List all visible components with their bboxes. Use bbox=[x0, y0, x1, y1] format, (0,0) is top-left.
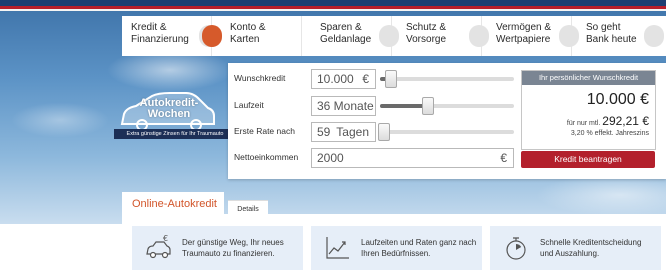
summary-amount: 10.000 € bbox=[586, 91, 649, 108]
wunschkredit-value: 10.000 bbox=[317, 72, 354, 86]
feature-card: € Der günstige Weg, Ihr neues Traumauto … bbox=[132, 226, 303, 270]
nettoeinkommen-label: Nettoeinkommen bbox=[234, 152, 299, 162]
nav-item-label: Schutz & bbox=[406, 22, 447, 33]
feature-text-line1: Schnelle Kreditentscheidung bbox=[540, 238, 642, 247]
erste-rate-input[interactable]: 59 Tagen bbox=[311, 122, 376, 142]
slider-handle[interactable] bbox=[422, 97, 435, 115]
nettoeinkommen-unit: € bbox=[500, 151, 507, 165]
laufzeit-slider[interactable] bbox=[380, 97, 514, 115]
nav-item-label: Vorsorge bbox=[406, 34, 447, 45]
feature-text-line2: Ihren Bedürfnissen. bbox=[361, 249, 431, 258]
nav-item-konto[interactable]: Konto & Karten bbox=[202, 16, 302, 56]
logo-title-line2: Wochen bbox=[147, 108, 191, 120]
erste-rate-value: 59 bbox=[317, 125, 331, 139]
wunschkredit-label: Wunschkredit bbox=[234, 73, 286, 83]
feature-card: Schnelle Kreditentscheidung und Auszahlu… bbox=[490, 226, 661, 270]
product-tabs: Online-Autokredit Details bbox=[122, 192, 666, 218]
nav-item-label: So geht bbox=[586, 22, 621, 33]
feature-text: Schnelle Kreditentscheidung und Auszahlu… bbox=[540, 237, 660, 259]
feature-text-line1: Laufzeiten und Raten ganz nach bbox=[361, 238, 477, 247]
logo-title: Autokredit- Wochen bbox=[128, 98, 210, 120]
svg-text:€: € bbox=[163, 234, 168, 243]
nav-item-vermoegen[interactable]: Vermögen & Wertpapiere bbox=[482, 16, 579, 56]
wunschkredit-input[interactable]: 10.000 € bbox=[311, 69, 376, 89]
erste-rate-slider[interactable] bbox=[378, 123, 514, 141]
nav-item-label: Bank heute bbox=[586, 34, 637, 45]
main-navigation: Kredit & Finanzierung Konto & Karten Spa… bbox=[122, 16, 666, 56]
product-features: € Der günstige Weg, Ihr neues Traumauto … bbox=[122, 214, 666, 273]
nav-item-label: Karten bbox=[230, 34, 260, 45]
nav-item-label: Vermögen & bbox=[496, 22, 552, 33]
apply-credit-button[interactable]: Kredit beantragen bbox=[521, 151, 655, 168]
feature-text-line2: Traumauto zu finanzieren. bbox=[182, 249, 275, 258]
monthly-prefix: für nur mtl. bbox=[566, 120, 601, 127]
nettoeinkommen-input[interactable]: 2000 € bbox=[311, 148, 514, 168]
wunschkredit-unit: € bbox=[362, 72, 369, 86]
slider-handle[interactable] bbox=[378, 123, 390, 141]
wunschkredit-slider[interactable] bbox=[380, 70, 514, 88]
summary-heading: Ihr persönlicher Wunschkredit bbox=[522, 71, 655, 85]
nav-item-sparen[interactable]: Sparen & Geldanlage bbox=[302, 16, 399, 56]
chart-growth-icon bbox=[326, 237, 349, 259]
credit-summary: Ihr persönlicher Wunschkredit 10.000 € f… bbox=[521, 70, 656, 150]
summary-interest-rate: 3,20 % effekt. Jahreszins bbox=[570, 130, 649, 137]
logo-subtitle: Extra günstige Zinsen für Ihr Traumauto bbox=[114, 129, 236, 139]
summary-monthly-rate: für nur mtl. 292,21 € bbox=[567, 114, 649, 128]
erste-rate-label: Erste Rate nach bbox=[234, 126, 295, 136]
nettoeinkommen-value: 2000 bbox=[317, 151, 344, 165]
nav-item-label: Finanzierung bbox=[131, 34, 189, 45]
nav-item-label: Kredit & bbox=[131, 22, 167, 33]
erste-rate-unit: Tagen bbox=[336, 125, 369, 139]
nav-item-label: Wertpapiere bbox=[496, 34, 551, 45]
feature-text: Der günstige Weg, Ihr neues Traumauto zu… bbox=[182, 237, 302, 259]
laufzeit-label: Laufzeit bbox=[234, 100, 264, 110]
slider-fill bbox=[380, 104, 425, 108]
top-divider bbox=[0, 9, 666, 11]
autokredit-logo: Autokredit- Wochen Extra günstige Zinsen… bbox=[108, 82, 236, 142]
car-euro-icon: € bbox=[146, 234, 171, 259]
nav-item-label: Konto & bbox=[230, 22, 266, 33]
feature-text-line2: und Auszahlung. bbox=[540, 249, 600, 258]
monthly-value: 292,21 € bbox=[602, 114, 649, 128]
nav-item-kredit[interactable]: Kredit & Finanzierung bbox=[122, 16, 219, 56]
nav-item-bank-heute[interactable]: So geht Bank heute bbox=[572, 16, 664, 56]
feature-text-line1: Der günstige Weg, Ihr neues bbox=[182, 238, 284, 247]
slider-handle[interactable] bbox=[384, 70, 397, 88]
stopwatch-icon bbox=[506, 237, 526, 260]
nav-item-schutz[interactable]: Schutz & Vorsorge bbox=[392, 16, 489, 56]
laufzeit-value: 36 Monate bbox=[317, 99, 374, 113]
feature-card: Laufzeiten und Raten ganz nach Ihren Bed… bbox=[311, 226, 482, 270]
nav-item-label: Geldanlage bbox=[320, 34, 372, 45]
laufzeit-input[interactable]: 36 Monate bbox=[311, 96, 376, 116]
feature-text: Laufzeiten und Raten ganz nach Ihren Bed… bbox=[361, 237, 481, 259]
nav-item-label: Sparen & bbox=[320, 22, 362, 33]
